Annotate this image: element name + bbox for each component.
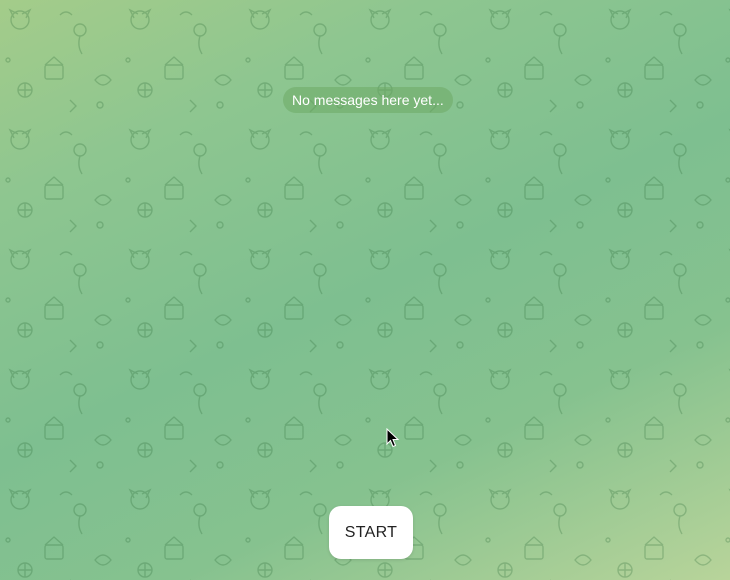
start-button[interactable]: START <box>329 506 413 559</box>
chat-background: No messages here yet... START <box>0 0 730 580</box>
empty-chat-notice: No messages here yet... <box>283 87 453 113</box>
mouse-pointer-icon <box>386 428 400 448</box>
